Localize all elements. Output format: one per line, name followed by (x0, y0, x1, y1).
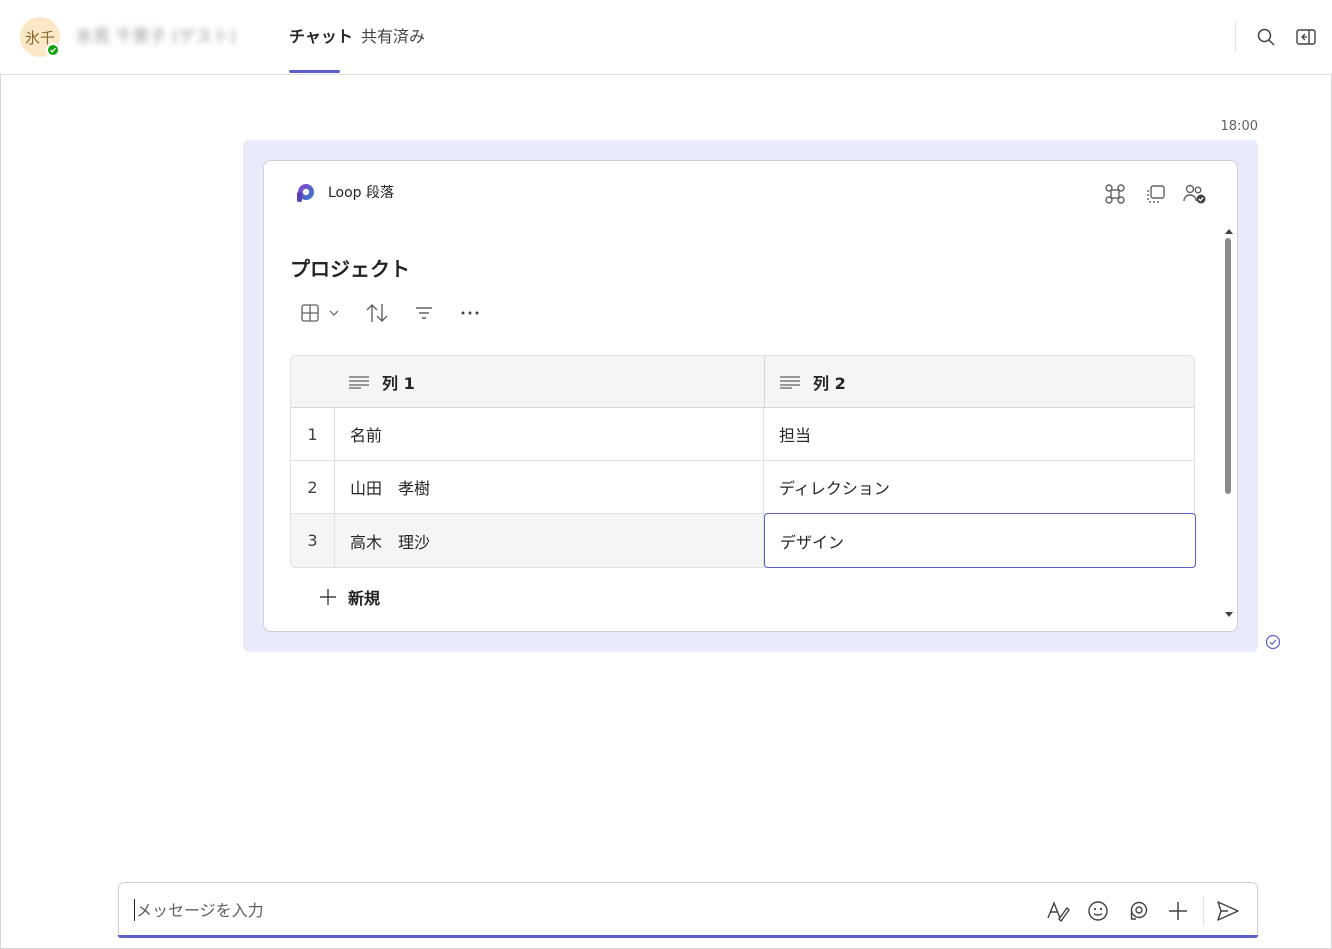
tab-chat[interactable]: チャット (289, 26, 353, 48)
loop-table: 列 1 列 2 1 名前 担当 2 山田 孝樹 ディレクション 3 高木 理沙 … (290, 355, 1196, 568)
column-header-2[interactable]: 列 2 (779, 356, 846, 408)
loop-table-title[interactable]: プロジェクト (290, 256, 410, 282)
sort-icon[interactable] (363, 299, 391, 327)
scroll-up-arrow[interactable] (1224, 226, 1234, 236)
table-cell[interactable]: 高木 理沙 (335, 514, 764, 567)
scrollbar-thumb[interactable] (1225, 238, 1231, 494)
shared-access-icon[interactable] (1182, 181, 1208, 207)
chevron-down-icon[interactable] (326, 299, 342, 327)
table-cell[interactable]: ディレクション (764, 461, 1194, 513)
active-tab-indicator (289, 70, 340, 73)
loop-app-icon[interactable] (1102, 181, 1128, 207)
table-cell[interactable]: 山田 孝樹 (335, 461, 764, 513)
scroll-down-arrow[interactable] (1224, 610, 1234, 620)
column-divider[interactable] (764, 356, 765, 408)
header-divider (1235, 22, 1236, 52)
tab-shared[interactable]: 共有済み (361, 26, 425, 48)
more-icon[interactable] (457, 299, 483, 327)
compose-divider (1203, 896, 1204, 926)
column-header-label: 列 2 (813, 374, 846, 393)
row-number[interactable]: 2 (291, 461, 335, 513)
loop-compose-icon[interactable] (1125, 898, 1151, 924)
send-icon[interactable] (1215, 898, 1241, 924)
table-cell[interactable]: 担当 (764, 408, 1194, 460)
chat-header: 氷千 氷見 千景子 (ゲスト) チャット 共有済み (0, 0, 1332, 75)
table-view-icon[interactable] (298, 299, 322, 327)
column-header-label: 列 1 (382, 374, 415, 393)
read-receipt-icon (1265, 634, 1281, 650)
active-table-cell[interactable]: デザイン (764, 513, 1196, 568)
contact-name[interactable]: 氷見 千景子 (ゲスト) (76, 26, 236, 48)
text-column-icon (348, 375, 370, 389)
plus-icon (318, 587, 338, 607)
add-row-label: 新規 (348, 589, 381, 608)
loop-logo-icon (294, 182, 316, 204)
add-row-button[interactable]: 新規 (318, 585, 380, 609)
emoji-icon[interactable] (1085, 898, 1111, 924)
table-row: 1 名前 担当 (291, 408, 1194, 461)
format-icon[interactable] (1045, 898, 1071, 924)
table-cell[interactable]: 名前 (335, 408, 764, 460)
text-column-icon (779, 375, 801, 389)
filter-icon[interactable] (411, 299, 437, 327)
copy-component-icon[interactable] (1142, 181, 1168, 207)
message-timestamp: 18:00 (1220, 119, 1258, 134)
presence-available-icon (46, 43, 60, 57)
compose-focus-underline (118, 935, 1258, 938)
attach-plus-icon[interactable] (1165, 898, 1191, 924)
row-number[interactable]: 3 (291, 514, 335, 567)
loop-component-label: Loop 段落 (328, 185, 395, 201)
table-row: 3 高木 理沙 デザイン (291, 513, 1196, 568)
text-caret (134, 899, 135, 921)
search-icon[interactable] (1254, 25, 1278, 49)
table-header: 列 1 列 2 (291, 356, 1194, 408)
open-side-panel-icon[interactable] (1294, 25, 1318, 49)
row-number[interactable]: 1 (291, 408, 335, 460)
column-header-1[interactable]: 列 1 (348, 356, 415, 408)
message-input[interactable] (136, 898, 1016, 922)
table-row: 2 山田 孝樹 ディレクション (291, 461, 1194, 514)
